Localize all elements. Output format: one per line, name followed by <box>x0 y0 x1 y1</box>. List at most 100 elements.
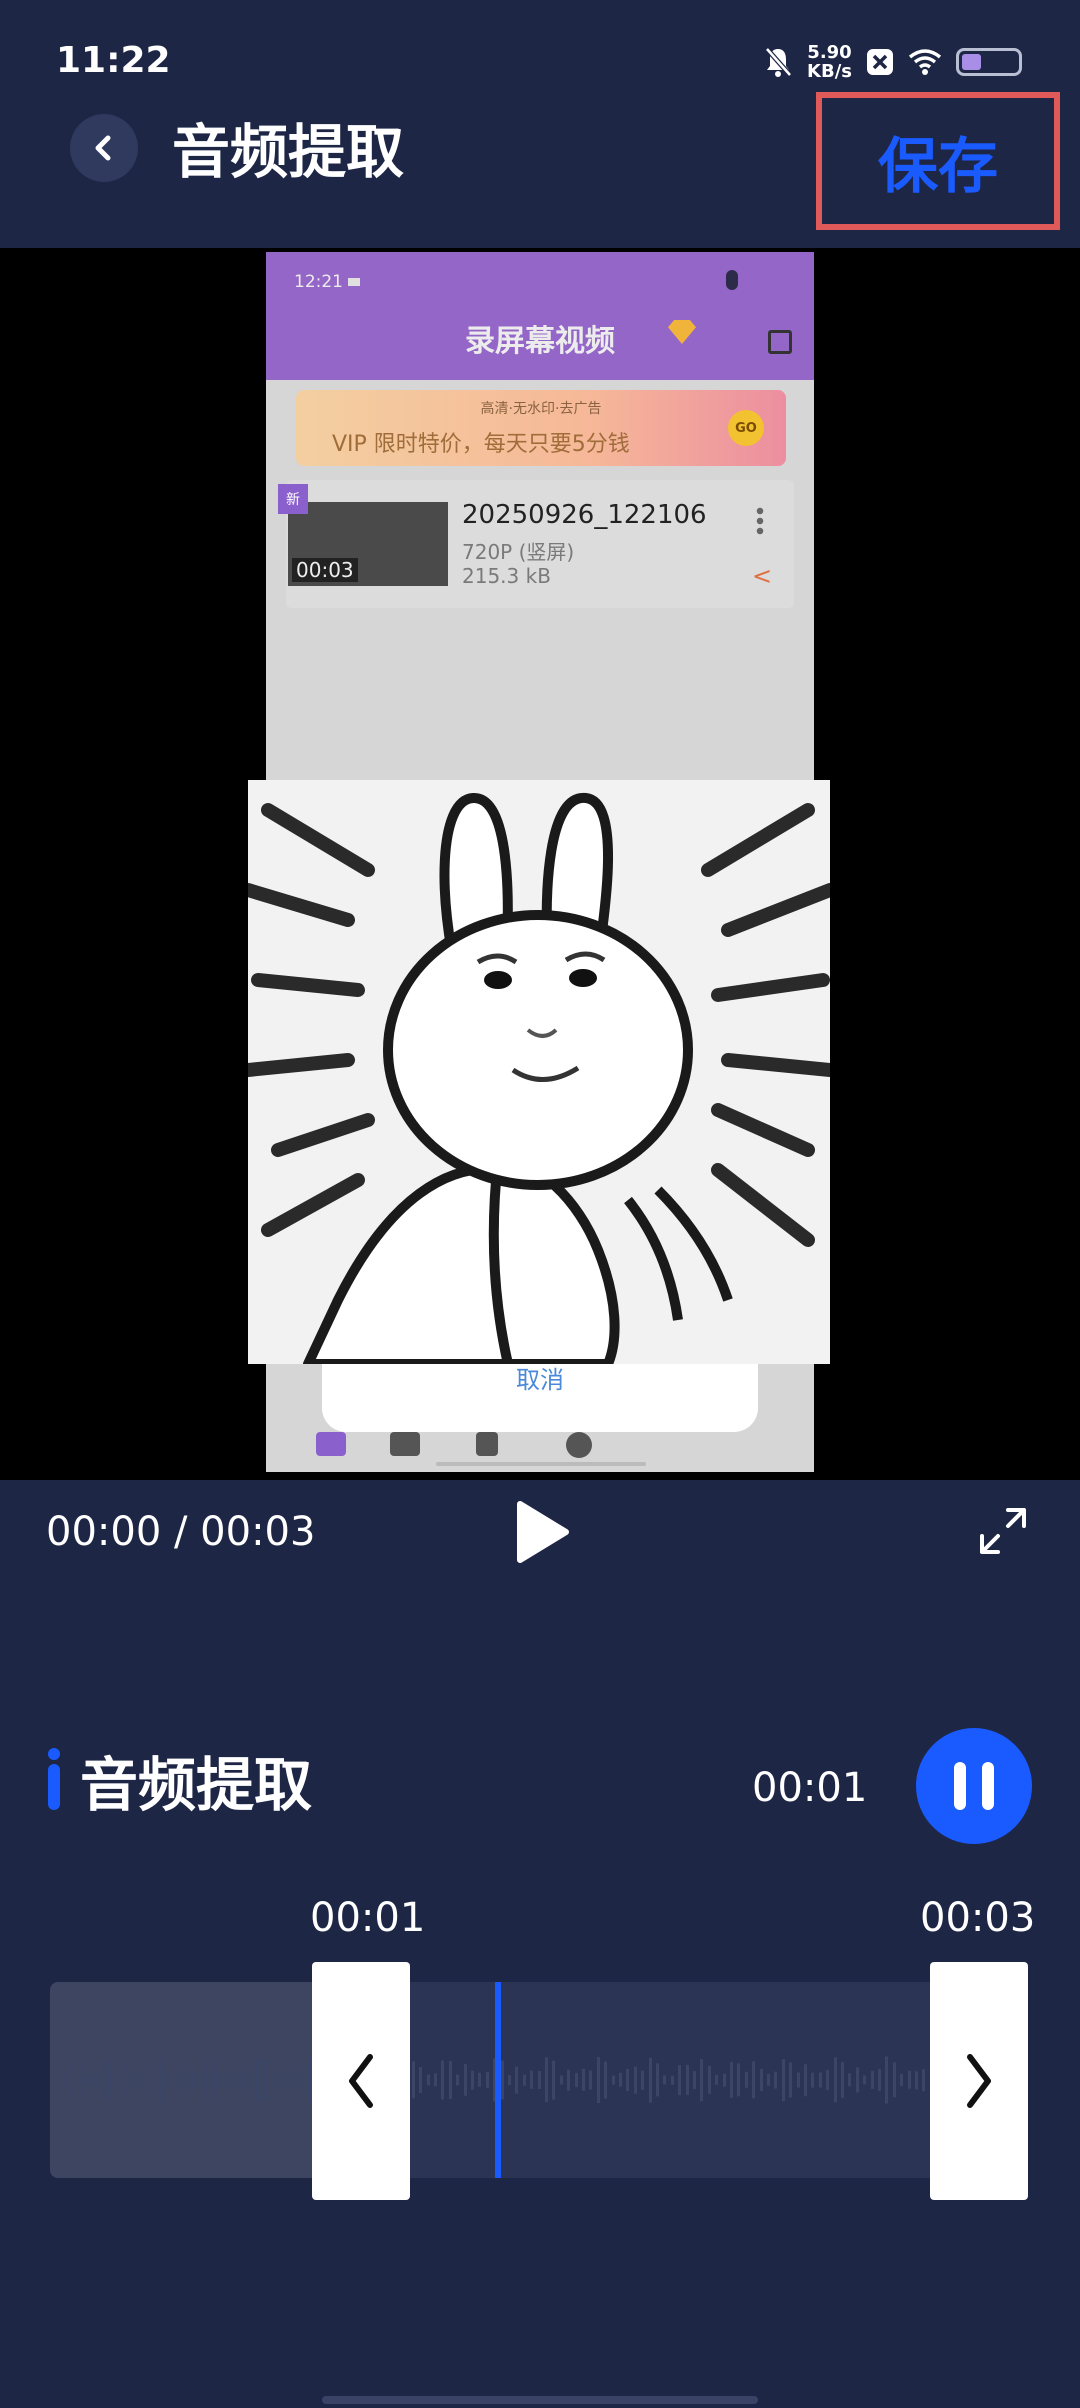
save-button[interactable]: 保存 <box>816 92 1060 230</box>
waveform-bar <box>123 2063 127 2097</box>
waveform-bar <box>685 2064 689 2096</box>
gallery-tab-icon <box>390 1432 420 1456</box>
waveform-bar <box>108 2060 112 2100</box>
rabbit-meme-image <box>248 780 830 1364</box>
chevron-left-icon <box>349 2054 373 2108</box>
video-preview[interactable]: 12:21 录屏幕视频 高清·无水印·去广告 VIP 限时特价，每天只要5分钱 … <box>0 248 1080 1480</box>
waveform-bar <box>855 2067 859 2093</box>
waveform-bar <box>286 2070 289 2090</box>
waveform-bar <box>441 2060 445 2100</box>
waveform-bar <box>130 2068 134 2092</box>
waveform-bar <box>471 2070 474 2090</box>
waveform-bar <box>271 2074 275 2086</box>
trim-start-handle[interactable] <box>312 1962 410 2200</box>
wifi-icon <box>908 49 942 75</box>
waveform-bar <box>900 2074 904 2086</box>
video-thumbnail: 00:03 <box>288 502 448 586</box>
waveform-bar <box>826 2070 830 2090</box>
page-title: 音频提取 <box>172 118 405 186</box>
waveform-bar <box>419 2067 423 2093</box>
waveform-bar <box>426 2074 430 2086</box>
save-button-label: 保存 <box>878 131 998 202</box>
app-notification-icon <box>867 49 893 75</box>
waveform-bar <box>648 2057 652 2103</box>
waveform-bar <box>71 2061 75 2099</box>
waveform-bar <box>522 2074 526 2086</box>
video-resolution: 720P (竖屏) <box>462 540 575 564</box>
recorded-app-title: 录屏幕视频 <box>465 324 615 359</box>
waveform-bar <box>589 2070 593 2090</box>
pause-button[interactable] <box>916 1728 1032 1844</box>
audio-current-time: 00:01 <box>752 1765 868 1811</box>
play-icon[interactable] <box>514 1500 570 1564</box>
waveform-bar <box>870 2070 874 2090</box>
trim-end-handle[interactable] <box>930 1962 1028 2200</box>
waveform-bar <box>892 2062 896 2098</box>
dialog-cancel-text: 取消 <box>516 1366 564 1394</box>
settings-tab-icon <box>566 1432 592 1458</box>
new-badge: 新 <box>278 484 308 514</box>
video-name: 20250926_122106 <box>462 500 707 530</box>
waveform-bar <box>256 2057 260 2103</box>
waveform-bar <box>626 2068 630 2092</box>
waveform-bar <box>833 2057 837 2103</box>
waveform-bar <box>434 2073 437 2087</box>
recorded-status-time: 12:21 <box>294 272 343 292</box>
waveform-bar <box>707 2065 711 2095</box>
waveform-bar <box>567 2069 571 2091</box>
checkbox-icon <box>768 330 792 354</box>
waveform-bar <box>752 2061 756 2099</box>
waveform-bar <box>818 2072 822 2088</box>
waveform-bar <box>530 2070 534 2090</box>
waveform-bar <box>115 2075 119 2085</box>
expand-icon[interactable] <box>976 1504 1030 1558</box>
waveform-bar <box>485 2071 489 2089</box>
waveform-bar <box>574 2073 578 2087</box>
waveform-bar <box>189 2071 193 2089</box>
waveform-bar <box>219 2074 223 2086</box>
waveform-bar <box>152 2059 156 2101</box>
chevron-left-icon <box>95 135 111 161</box>
waveform-bar <box>922 2069 926 2091</box>
microphone-icon <box>726 270 738 290</box>
edit-tab-icon <box>476 1432 498 1456</box>
waveform-bar <box>182 2072 186 2088</box>
more-icon <box>756 506 764 536</box>
waveform-bar <box>204 2058 208 2102</box>
waveform-bar <box>234 2075 238 2085</box>
waveform-bar <box>138 2073 141 2087</box>
waveform-bar <box>774 2071 778 2089</box>
waveform-bar <box>582 2068 585 2092</box>
playhead[interactable] <box>495 1982 501 2178</box>
waveform-bar <box>781 2059 785 2101</box>
waveform-bar <box>411 2061 415 2099</box>
recorded-home-indicator <box>436 1462 646 1466</box>
waveform-bar <box>744 2071 748 2089</box>
selection-start-time: 00:01 <box>310 1895 426 1941</box>
waveform-bar <box>478 2072 482 2088</box>
waveform-bar <box>804 2064 807 2096</box>
waveform-bar <box>767 2073 770 2087</box>
section-accent-dot <box>48 1748 60 1760</box>
net-speed-unit: KB/s <box>807 61 852 82</box>
waveform-bar <box>863 2075 867 2085</box>
chevron-right-icon <box>967 2054 991 2108</box>
waveform-bar <box>848 2073 852 2087</box>
section-accent-bar <box>48 1764 60 1810</box>
waveform-bar <box>78 2065 82 2095</box>
audio-waveform[interactable] <box>50 1982 1028 2178</box>
waveform-bar <box>841 2062 844 2098</box>
waveform-bar <box>167 2074 171 2086</box>
waveform-bar <box>604 2061 608 2099</box>
waveform-bar <box>241 2068 245 2092</box>
back-button[interactable] <box>70 114 138 182</box>
waveform-bar <box>878 2068 881 2092</box>
waveform-bar <box>552 2060 556 2100</box>
waveform-bar <box>93 2074 97 2086</box>
vip-banner-subtitle: 高清·无水印·去广告 <box>480 401 602 417</box>
waveform-bar <box>737 2063 741 2097</box>
waveform-bar <box>678 2065 682 2095</box>
home-indicator <box>322 2396 758 2404</box>
waveform-bar <box>789 2062 793 2098</box>
waveform-bar <box>693 2071 696 2089</box>
